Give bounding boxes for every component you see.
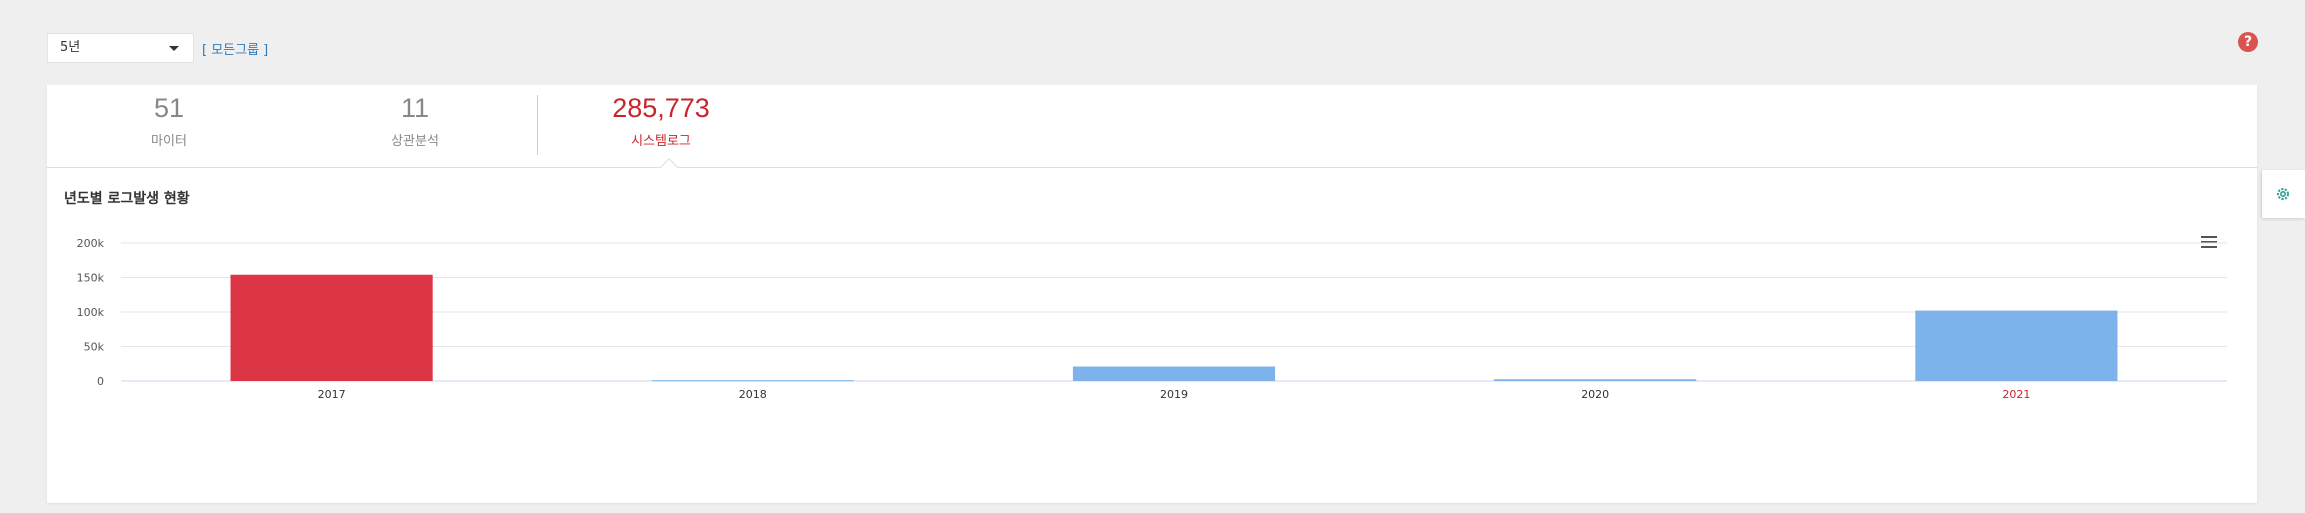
stat-correlation-value: 11 [400, 93, 430, 123]
bar-2018[interactable] [651, 380, 854, 382]
y-tick-label: 50k [84, 341, 105, 354]
yearly-log-bar-chart: 0 50k 100k 150k 200k 2017 2018 2019 2020 2021 [77, 237, 2227, 401]
y-tick-label: 150k [77, 272, 105, 285]
y-tick-label: 100k [77, 306, 105, 319]
bar-2019[interactable] [1072, 366, 1276, 381]
chevron-down-icon [169, 46, 179, 51]
stat-mitre-value: 51 [153, 93, 185, 123]
stat-correlation-label: 상관분석 [391, 134, 439, 149]
period-select[interactable]: 5년 [47, 33, 194, 63]
stat-system-log-label: 시스템로그 [631, 134, 691, 149]
stat-system-log-value: 285,773 [612, 93, 710, 123]
bar-2017[interactable] [230, 274, 433, 381]
period-select-value: 5년 [60, 40, 81, 55]
all-groups-link[interactable]: [ 모든그룹 ] [202, 39, 268, 58]
settings-tab[interactable] [2262, 170, 2305, 218]
x-tick-label: 2021 [2002, 388, 2030, 401]
y-tick-label: 200k [77, 237, 105, 250]
summary-stats: 51 마이터 11 상관분석 285,773 시스템로그 [47, 85, 2257, 168]
stat-correlation[interactable]: 11 상관분석 [315, 85, 515, 149]
bar-2020[interactable] [1494, 379, 1697, 381]
x-tick-label: 2017 [318, 388, 346, 401]
x-tick-label: 2018 [739, 388, 767, 401]
y-tick-label: 0 [97, 375, 104, 388]
log-summary-panel: 51 마이터 11 상관분석 285,773 시스템로그 년도별 로그발생 현황… [47, 85, 2257, 503]
gear-icon [2277, 188, 2289, 200]
stat-mitre-label: 마이터 [151, 134, 187, 149]
stat-system-log[interactable]: 285,773 시스템로그 [561, 85, 761, 149]
help-icon[interactable]: ? [2238, 32, 2258, 52]
stat-divider [537, 95, 538, 155]
bar-2021[interactable] [1915, 310, 2118, 381]
x-tick-label: 2019 [1160, 388, 1188, 401]
x-tick-label: 2020 [1581, 388, 1609, 401]
stat-mitre[interactable]: 51 마이터 [69, 85, 269, 149]
